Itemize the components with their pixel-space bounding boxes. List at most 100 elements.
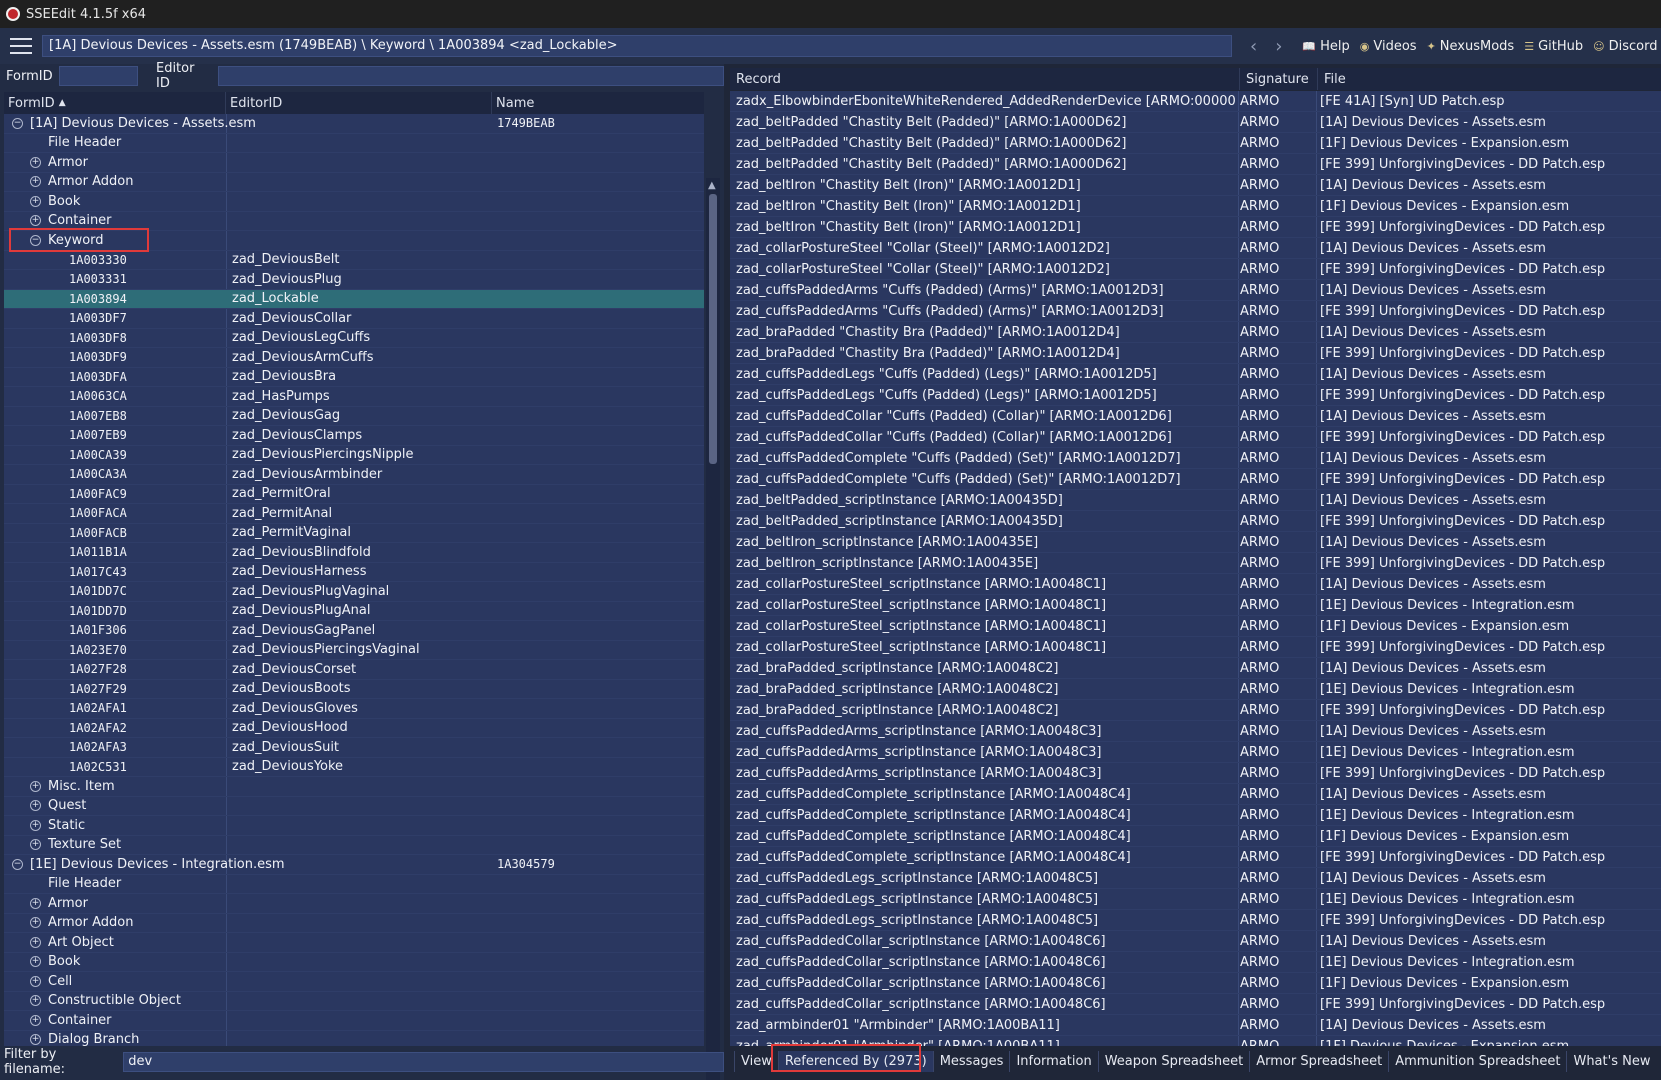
expand-icon[interactable]: +: [30, 1014, 41, 1026]
tree-node[interactable]: + Misc. Item: [4, 777, 704, 797]
tree-node[interactable]: + Quest: [4, 797, 704, 816]
reference-row[interactable]: zad_braPadded "Chastity Bra (Padded)" [A…: [730, 322, 1661, 343]
tree-node[interactable]: + Art Object: [4, 933, 704, 953]
reference-row[interactable]: zad_cuffsPaddedCollar_scriptInstance [AR…: [730, 994, 1661, 1015]
tab-ammunition-spreadsheet[interactable]: Ammunition Spreadsheet: [1388, 1050, 1566, 1072]
reference-row[interactable]: zad_beltPadded_scriptInstance [ARMO:1A00…: [730, 490, 1661, 511]
tree-scrollbar[interactable]: ▲ ▼: [706, 178, 720, 1080]
tree-record-row[interactable]: 1A003DFA zad_DeviousBra: [4, 368, 704, 387]
reference-row[interactable]: zad_cuffsPaddedComplete_scriptInstance […: [730, 847, 1661, 868]
expand-icon[interactable]: +: [30, 1034, 41, 1046]
tree-node[interactable]: + Armor: [4, 894, 704, 914]
tree-record-row[interactable]: 1A023E70 zad_DeviousPiercingsVaginal: [4, 641, 704, 660]
forward-arrow-icon[interactable]: ›: [1275, 36, 1282, 57]
tree-record-row[interactable]: 1A027F28 zad_DeviousCorset: [4, 660, 704, 680]
tree-node[interactable]: + Armor Addon: [4, 914, 704, 933]
tab-what-s-new[interactable]: What's New: [1566, 1050, 1656, 1072]
tab-information[interactable]: Information: [1009, 1050, 1097, 1072]
reference-row[interactable]: zad_collarPostureSteel "Collar (Steel)" …: [730, 259, 1661, 280]
record-path-field[interactable]: [1A] Devious Devices - Assets.esm (1749B…: [42, 35, 1232, 57]
reference-row[interactable]: zad_cuffsPaddedCollar_scriptInstance [AR…: [730, 952, 1661, 973]
reference-row[interactable]: zad_cuffsPaddedArms_scriptInstance [ARMO…: [730, 763, 1661, 784]
tree-record-row[interactable]: 1A007EB8 zad_DeviousGag: [4, 407, 704, 426]
expand-icon[interactable]: +: [30, 936, 41, 948]
formid-input[interactable]: [58, 66, 138, 86]
scroll-up-icon[interactable]: ▲: [708, 180, 716, 191]
reference-row[interactable]: zad_collarPostureSteel_scriptInstance [A…: [730, 574, 1661, 595]
tree-node[interactable]: + Cell: [4, 972, 704, 992]
reference-row[interactable]: zad_braPadded_scriptInstance [ARMO:1A004…: [730, 679, 1661, 700]
tree-record-row[interactable]: 1A00CA3A zad_DeviousArmbinder: [4, 465, 704, 485]
column-formid[interactable]: FormID ▲: [4, 92, 226, 114]
tree-record-row[interactable]: 1A02AFA1 zad_DeviousGloves: [4, 699, 704, 719]
reference-row[interactable]: zad_braPadded "Chastity Bra (Padded)" [A…: [730, 343, 1661, 364]
tree-record-row[interactable]: 1A027F29 zad_DeviousBoots: [4, 680, 704, 699]
reference-row[interactable]: zad_cuffsPaddedCollar_scriptInstance [AR…: [730, 973, 1661, 994]
tree-node[interactable]: + Dialog Branch: [4, 1031, 704, 1046]
tree-record-row[interactable]: 1A01DD7D zad_DeviousPlugAnal: [4, 602, 704, 621]
column-name[interactable]: Name: [492, 92, 704, 114]
tree-node[interactable]: − [1E] Devious Devices - Integration.esm 1…: [4, 855, 704, 875]
column-record[interactable]: Record: [730, 68, 1240, 90]
expand-icon[interactable]: +: [30, 995, 41, 1007]
tree-record-row[interactable]: 1A011B1A zad_DeviousBlindfold: [4, 543, 704, 563]
reference-row[interactable]: zad_beltIron "Chastity Belt (Iron)" [ARM…: [730, 196, 1661, 217]
tab-messages[interactable]: Messages: [932, 1050, 1010, 1072]
tree-record-row[interactable]: 1A003331 zad_DeviousPlug: [4, 270, 704, 290]
expand-icon[interactable]: +: [30, 195, 41, 207]
tree-node[interactable]: File Header: [4, 134, 704, 153]
reference-row[interactable]: zad_collarPostureSteel_scriptInstance [A…: [730, 616, 1661, 637]
tree-record-row[interactable]: 1A017C43 zad_DeviousHarness: [4, 563, 704, 582]
reference-row[interactable]: zad_cuffsPaddedLegs "Cuffs (Padded) (Leg…: [730, 364, 1661, 385]
expand-icon[interactable]: +: [30, 156, 41, 168]
tree-node[interactable]: + Book: [4, 192, 704, 212]
reference-row[interactable]: zad_cuffsPaddedLegs_scriptInstance [ARMO…: [730, 910, 1661, 931]
reference-row[interactable]: zad_cuffsPaddedCollar "Cuffs (Padded) (C…: [730, 427, 1661, 448]
tree-record-row[interactable]: 1A02C531 zad_DeviousYoke: [4, 758, 704, 777]
tree-record-row[interactable]: 1A003DF7 zad_DeviousCollar: [4, 309, 704, 329]
expand-icon[interactable]: +: [30, 839, 41, 851]
tree-record-row[interactable]: 1A00FACB zad_PermitVaginal: [4, 524, 704, 543]
menu-icon[interactable]: [10, 38, 32, 54]
column-editorid[interactable]: EditorID: [226, 92, 492, 114]
editorid-input[interactable]: [218, 66, 725, 86]
back-arrow-icon[interactable]: ‹: [1250, 36, 1257, 57]
reference-row[interactable]: zad_braPadded_scriptInstance [ARMO:1A004…: [730, 700, 1661, 721]
reference-row[interactable]: zad_armbinder01 "Armbinder" [ARMO:1A00BA…: [730, 1015, 1661, 1036]
tree-node[interactable]: + Static: [4, 816, 704, 836]
column-signature[interactable]: Signature: [1240, 68, 1318, 90]
reference-row[interactable]: zad_cuffsPaddedComplete "Cuffs (Padded) …: [730, 448, 1661, 469]
reference-row[interactable]: zad_cuffsPaddedCollar_scriptInstance [AR…: [730, 931, 1661, 952]
tree-node[interactable]: + Armor: [4, 153, 704, 173]
link-github[interactable]: ☰ GitHub: [1524, 39, 1583, 54]
tab-weapon-spreadsheet[interactable]: Weapon Spreadsheet: [1097, 1050, 1250, 1072]
tree-record-row[interactable]: 1A0063CA zad_HasPumps: [4, 387, 704, 407]
reference-row[interactable]: zad_beltPadded "Chastity Belt (Padded)" …: [730, 154, 1661, 175]
reference-row[interactable]: zad_cuffsPaddedCollar "Cuffs (Padded) (C…: [730, 406, 1661, 427]
expand-icon[interactable]: +: [30, 800, 41, 812]
tree-record-row[interactable]: 1A00FAC9 zad_PermitOral: [4, 485, 704, 504]
collapse-icon[interactable]: −: [12, 117, 23, 129]
expand-icon[interactable]: +: [30, 956, 41, 968]
tab-armor-spreadsheet[interactable]: Armor Spreadsheet: [1249, 1050, 1388, 1072]
link-nexusmods[interactable]: ✦ NexusMods: [1427, 39, 1515, 54]
reference-row[interactable]: zad_beltPadded "Chastity Belt (Padded)" …: [730, 112, 1661, 133]
link-discord[interactable]: ☺ Discord: [1593, 39, 1657, 54]
tree-record-row[interactable]: 1A003DF9 zad_DeviousArmCuffs: [4, 348, 704, 368]
expand-icon[interactable]: +: [30, 176, 41, 188]
reference-row[interactable]: zad_braPadded_scriptInstance [ARMO:1A004…: [730, 658, 1661, 679]
reference-row[interactable]: zad_cuffsPaddedComplete_scriptInstance […: [730, 826, 1661, 847]
tree-record-row[interactable]: 1A02AFA2 zad_DeviousHood: [4, 719, 704, 738]
tree-node[interactable]: + Book: [4, 953, 704, 972]
link-videos[interactable]: ◉ Videos: [1360, 39, 1417, 54]
expand-icon[interactable]: +: [30, 215, 41, 227]
tree-record-row[interactable]: 1A00CA39 zad_DeviousPiercingsNipple: [4, 446, 704, 465]
reference-row[interactable]: zad_cuffsPaddedArms_scriptInstance [ARMO…: [730, 742, 1661, 763]
reference-row[interactable]: zad_cuffsPaddedLegs_scriptInstance [ARMO…: [730, 868, 1661, 889]
reference-row[interactable]: zadx_ElbowbinderEboniteWhiteRendered_Add…: [730, 91, 1661, 112]
reference-row[interactable]: zad_beltIron "Chastity Belt (Iron)" [ARM…: [730, 175, 1661, 196]
tree-record-row[interactable]: 1A00FACA zad_PermitAnal: [4, 504, 704, 524]
reference-row[interactable]: zad_beltPadded "Chastity Belt (Padded)" …: [730, 133, 1661, 154]
tree-record-row[interactable]: 1A01DD7C zad_DeviousPlugVaginal: [4, 582, 704, 602]
tree-record-row[interactable]: 1A003894 zad_Lockable: [4, 289, 704, 309]
